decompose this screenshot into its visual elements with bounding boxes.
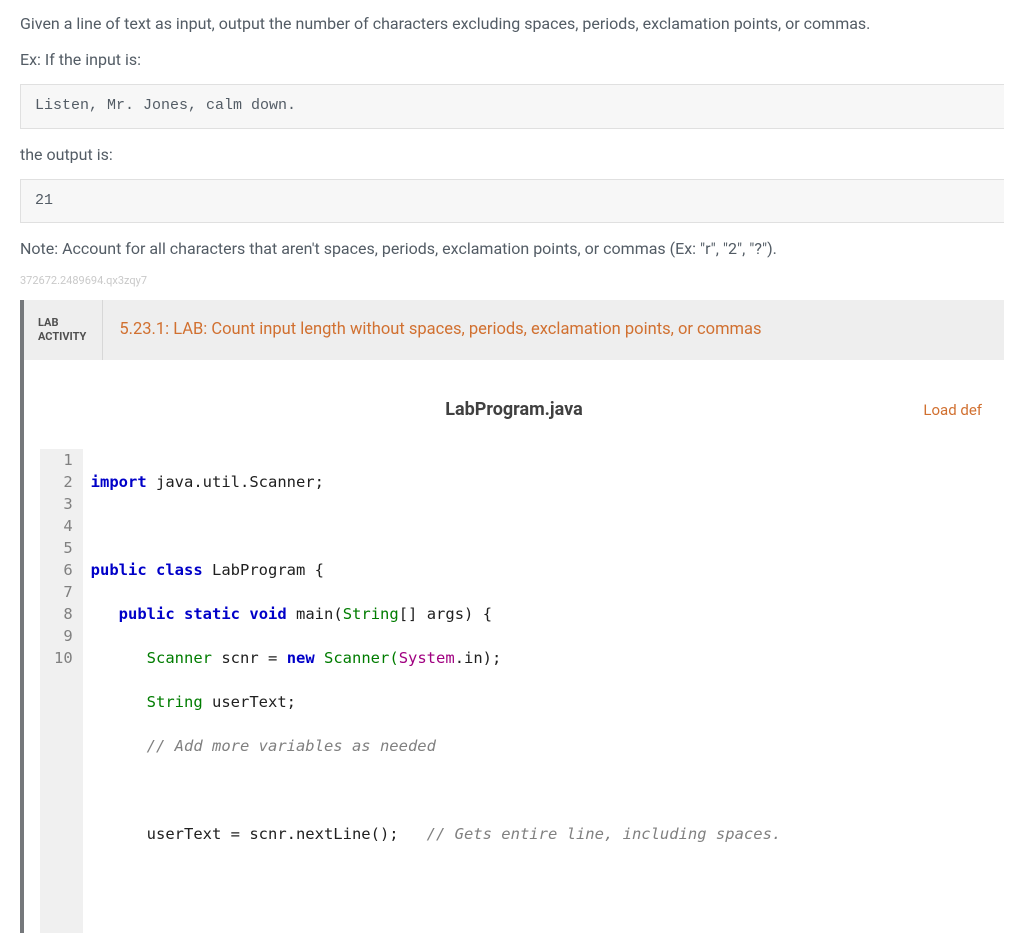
load-default-link[interactable]: Load def: [923, 401, 982, 419]
problem-note: Note: Account for all characters that ar…: [20, 237, 1004, 261]
line-number: 3: [54, 493, 73, 515]
example-output-block: 21: [20, 179, 1004, 224]
line-number: 9: [54, 625, 73, 647]
line-number-gutter: 1 2 3 4 5 6 7 8 9 10: [40, 449, 83, 933]
editor-area: LabProgram.java Load def 1 2 3 4 5 6 7 8…: [24, 360, 1004, 933]
file-name: LabProgram.java: [445, 396, 582, 423]
code-editor[interactable]: 1 2 3 4 5 6 7 8 9 10 import java.util.Sc…: [40, 449, 988, 933]
code-lines[interactable]: import java.util.Scanner; public class L…: [83, 449, 782, 933]
tracking-id: 372672.2489694.qx3zqy7: [20, 273, 1004, 290]
line-number: 4: [54, 515, 73, 537]
line-number: 10: [54, 647, 73, 669]
line-number: 7: [54, 581, 73, 603]
line-number: 2: [54, 471, 73, 493]
problem-description: Given a line of text as input, output th…: [20, 12, 1004, 36]
line-number: 5: [54, 537, 73, 559]
line-number: 1: [54, 449, 73, 471]
lab-panel: LAB ACTIVITY 5.23.1: LAB: Count input le…: [20, 300, 1004, 933]
line-number: 8: [54, 603, 73, 625]
example-input-block: Listen, Mr. Jones, calm down.: [20, 84, 1004, 129]
badge-line2: ACTIVITY: [38, 330, 86, 344]
example-input-intro: Ex: If the input is:: [20, 48, 1004, 72]
lab-header: LAB ACTIVITY 5.23.1: LAB: Count input le…: [24, 300, 1004, 361]
file-bar: LabProgram.java Load def: [40, 390, 988, 449]
example-output-intro: the output is:: [20, 143, 1004, 167]
badge-line1: LAB: [38, 316, 86, 330]
line-number: 6: [54, 559, 73, 581]
lab-activity-badge: LAB ACTIVITY: [24, 300, 103, 361]
lab-title: 5.23.1: LAB: Count input length without …: [103, 300, 1004, 361]
